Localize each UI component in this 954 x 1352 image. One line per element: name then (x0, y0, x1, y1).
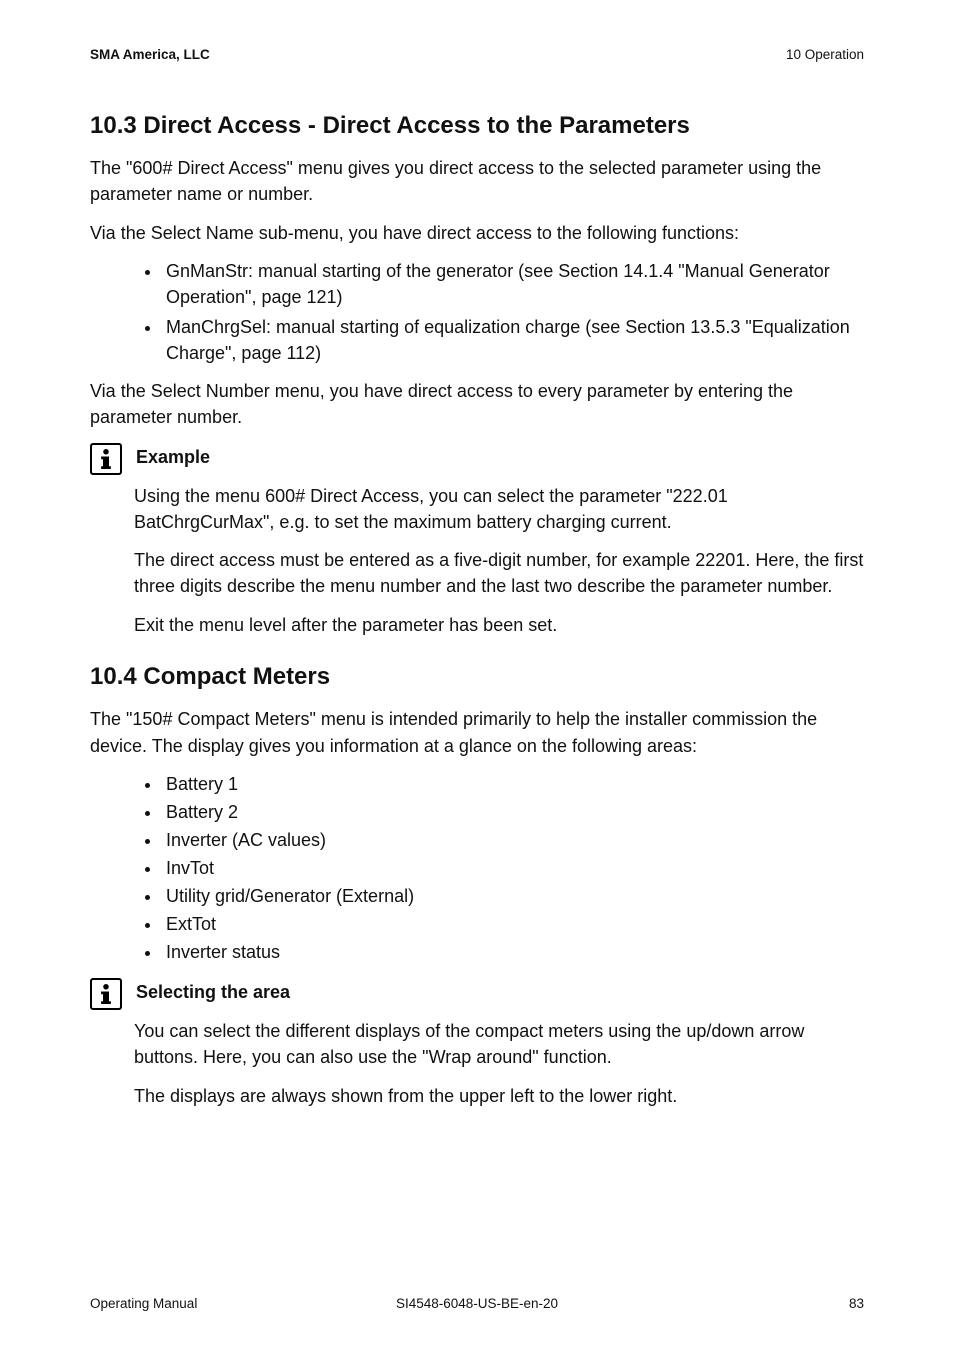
list-item: GnManStr: manual starting of the generat… (162, 258, 864, 310)
bullet-list: GnManStr: manual starting of the generat… (90, 258, 864, 366)
note-title: Example (136, 442, 210, 470)
list-item: Inverter status (162, 939, 864, 965)
body-text: The displays are always shown from the u… (134, 1083, 864, 1109)
info-icon (90, 978, 122, 1010)
footer-left: Operating Manual (90, 1294, 197, 1314)
note-title: Selecting the area (136, 977, 290, 1005)
section-heading-10-4: 10.4 Compact Meters (90, 660, 864, 695)
footer-center: SI4548-6048-US-BE-en-20 (396, 1294, 558, 1314)
list-item: ManChrgSel: manual starting of equalizat… (162, 314, 864, 366)
info-note: Selecting the area (90, 977, 864, 1010)
body-text: Exit the menu level after the parameter … (134, 612, 864, 638)
body-text: The "600# Direct Access" menu gives you … (90, 155, 864, 207)
body-text: The direct access must be entered as a f… (134, 547, 864, 599)
note-body: You can select the different displays of… (134, 1018, 864, 1108)
page-header: SMA America, LLC 10 Operation (90, 45, 864, 65)
list-item: Utility grid/Generator (External) (162, 883, 864, 909)
page-footer: Operating Manual SI4548-6048-US-BE-en-20… (90, 1294, 864, 1314)
body-text: Via the Select Name sub-menu, you have d… (90, 220, 864, 246)
info-icon (90, 443, 122, 475)
body-text: The "150# Compact Meters" menu is intend… (90, 706, 864, 758)
footer-page-number: 83 (849, 1294, 864, 1314)
list-item: Inverter (AC values) (162, 827, 864, 853)
list-item: Battery 1 (162, 771, 864, 797)
body-text: Using the menu 600# Direct Access, you c… (134, 483, 864, 535)
list-item: InvTot (162, 855, 864, 881)
info-note: Example (90, 442, 864, 475)
bullet-list: Battery 1 Battery 2 Inverter (AC values)… (90, 771, 864, 966)
header-company: SMA America, LLC (90, 45, 210, 65)
body-text: Via the Select Number menu, you have dir… (90, 378, 864, 430)
list-item: ExtTot (162, 911, 864, 937)
body-text: You can select the different displays of… (134, 1018, 864, 1070)
section-heading-10-3: 10.3 Direct Access - Direct Access to th… (90, 109, 864, 144)
list-item: Battery 2 (162, 799, 864, 825)
header-chapter: 10 Operation (786, 45, 864, 65)
note-body: Using the menu 600# Direct Access, you c… (134, 483, 864, 637)
